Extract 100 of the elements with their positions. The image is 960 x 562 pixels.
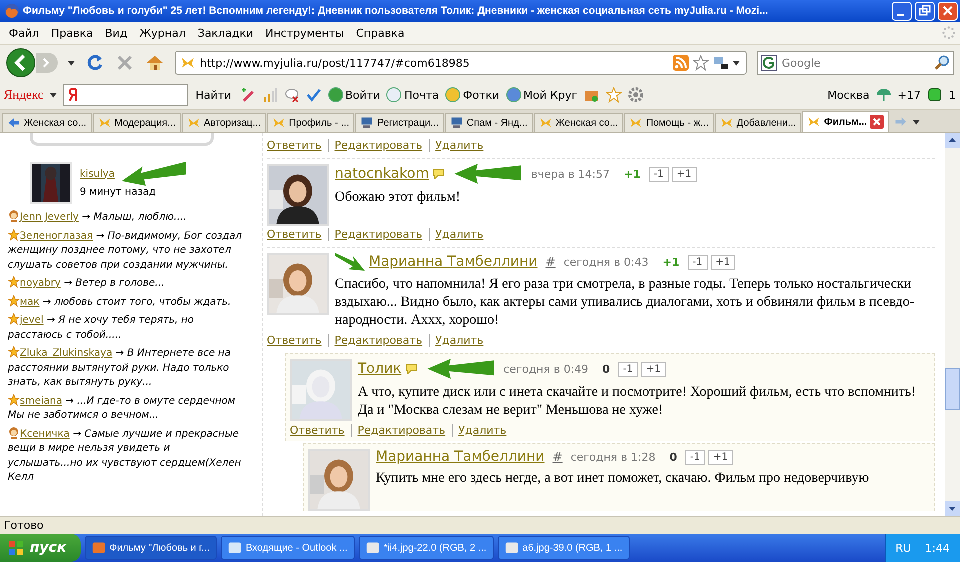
browser-tab[interactable]: Фильм...: [802, 111, 890, 132]
taskbar-button[interactable]: *ii4.jpg-22.0 (RGB, 2 ...: [358, 536, 494, 560]
browser-tab[interactable]: Профиль - ...: [267, 113, 354, 132]
browser-tab[interactable]: Добавлени...: [714, 113, 802, 132]
user-link[interactable]: Jenn Jeverly: [20, 212, 79, 223]
action-link[interactable]: Редактировать: [328, 139, 423, 152]
user-link[interactable]: Зеленоглазая: [20, 230, 93, 242]
start-button[interactable]: пуск: [0, 534, 81, 562]
author-link[interactable]: Толик: [358, 361, 402, 377]
vote-button[interactable]: +1: [672, 166, 697, 182]
action-link[interactable]: Удалить: [428, 228, 484, 241]
rss-icon[interactable]: [673, 55, 689, 71]
yandex-search-field[interactable]: [62, 84, 188, 106]
speech-bubble-icon[interactable]: [284, 87, 300, 103]
vote-button[interactable]: +1: [710, 254, 736, 270]
browser-tab[interactable]: Женская со...: [534, 113, 624, 132]
user-link[interactable]: мак: [20, 296, 40, 308]
menu-item[interactable]: Инструменты: [260, 26, 350, 40]
action-link[interactable]: Редактировать: [328, 334, 423, 347]
browser-tab[interactable]: Спам - Янд...: [444, 113, 533, 132]
browser-tab[interactable]: Авторизац...: [182, 113, 266, 132]
action-link[interactable]: Удалить: [452, 424, 507, 437]
dropdown-icon[interactable]: [733, 60, 740, 66]
dropdown-icon[interactable]: [50, 92, 57, 98]
vote-button[interactable]: -1: [618, 362, 638, 376]
star-icon[interactable]: [693, 55, 709, 71]
vote-button[interactable]: -1: [685, 450, 706, 464]
browser-tab[interactable]: Помощь - ж...: [624, 113, 714, 132]
toolbar-button[interactable]: Мой Круг: [524, 88, 578, 102]
toolbar-button[interactable]: Фотки: [463, 88, 500, 102]
pencil-icon[interactable]: [240, 87, 256, 103]
check-icon[interactable]: [306, 87, 322, 103]
back-button[interactable]: [6, 48, 36, 78]
toolbar-icon[interactable]: [445, 87, 462, 103]
close-button[interactable]: [938, 2, 958, 20]
action-link[interactable]: Удалить: [428, 139, 484, 152]
taskbar-button[interactable]: Фильму "Любовь и г...: [84, 536, 217, 560]
scroll-down-icon[interactable]: [945, 501, 960, 516]
reload-icon[interactable]: [85, 53, 105, 73]
user-link[interactable]: kisulya: [80, 168, 115, 180]
taskbar-button[interactable]: а6.jpg-39.0 (RGB, 1 ...: [498, 536, 630, 560]
permalink[interactable]: #: [552, 450, 563, 464]
action-link[interactable]: Ответить: [267, 334, 322, 347]
search-input[interactable]: Google: [780, 56, 931, 70]
author-link[interactable]: Марианна Тамбеллини: [369, 254, 538, 270]
toolbar-button[interactable]: Почта: [404, 88, 440, 102]
menu-item[interactable]: Справка: [351, 26, 410, 40]
action-link[interactable]: Редактировать: [350, 424, 446, 437]
vote-button[interactable]: -1: [688, 254, 708, 270]
toolbar-icon[interactable]: [386, 87, 402, 103]
menu-item[interactable]: Правка: [46, 26, 98, 40]
minimize-button[interactable]: [892, 2, 912, 20]
restore-button[interactable]: [915, 2, 935, 20]
user-link[interactable]: Ксеничка: [20, 428, 70, 440]
find-button[interactable]: Найти: [194, 88, 234, 102]
gear-icon[interactable]: [628, 87, 644, 103]
menu-item[interactable]: Журнал: [134, 26, 191, 40]
action-link[interactable]: Ответить: [267, 228, 322, 241]
search-bar[interactable]: Google: [757, 51, 954, 75]
tab-label: Женская со...: [24, 118, 87, 128]
browser-tab[interactable]: Модерация...: [92, 113, 181, 132]
search-icon[interactable]: [934, 55, 950, 71]
tab-label: Регистраци...: [377, 118, 439, 128]
scroll-thumb[interactable]: [945, 368, 960, 410]
star-icon[interactable]: [606, 87, 622, 103]
city-label[interactable]: Москва: [828, 88, 870, 102]
toolbar-icon[interactable]: [328, 87, 344, 103]
toolbar-icon[interactable]: [506, 87, 522, 103]
author-link[interactable]: natocnkakom: [335, 166, 430, 182]
yandex-logo[interactable]: Яндекс: [4, 87, 44, 103]
dropdown-icon[interactable]: [913, 120, 920, 125]
vote-button[interactable]: +1: [708, 450, 734, 464]
action-link[interactable]: Редактировать: [328, 228, 423, 241]
vote-button[interactable]: +1: [641, 362, 666, 376]
user-link[interactable]: smeiana: [20, 396, 62, 406]
scroll-up-icon[interactable]: [945, 133, 960, 148]
search-engine-icon[interactable]: [761, 55, 777, 71]
action-link[interactable]: Ответить: [290, 424, 345, 437]
permalink[interactable]: #: [546, 255, 556, 269]
dropdown-icon[interactable]: [68, 60, 75, 66]
menu-item[interactable]: Закладки: [192, 26, 258, 40]
browser-tab[interactable]: Регистраци...: [355, 113, 444, 132]
address-bar[interactable]: http://www.myjulia.ru/post/117747/#com618985: [175, 51, 747, 75]
menu-item[interactable]: Файл: [4, 26, 44, 40]
user-link[interactable]: Zluka_Zlukinskaya: [20, 348, 113, 359]
app-icon: [366, 541, 380, 555]
translate-icon[interactable]: [713, 55, 729, 71]
vote-button[interactable]: -1: [648, 166, 669, 182]
action-link[interactable]: Удалить: [428, 334, 484, 347]
home-icon[interactable]: [145, 53, 165, 73]
taskbar-button[interactable]: Входящие - Outlook ...: [220, 536, 355, 560]
toolbar-button[interactable]: Войти: [346, 88, 380, 102]
scrollbar[interactable]: [945, 133, 960, 516]
user-link[interactable]: noyabry: [20, 278, 61, 289]
menu-item[interactable]: Вид: [100, 26, 133, 40]
user-link[interactable]: jevel: [20, 315, 44, 326]
close-icon[interactable]: [870, 115, 884, 129]
browser-tab[interactable]: Женская со...: [2, 113, 92, 132]
action-link[interactable]: Ответить: [267, 139, 322, 152]
author-link[interactable]: Марианна Тамбеллини: [376, 449, 545, 465]
